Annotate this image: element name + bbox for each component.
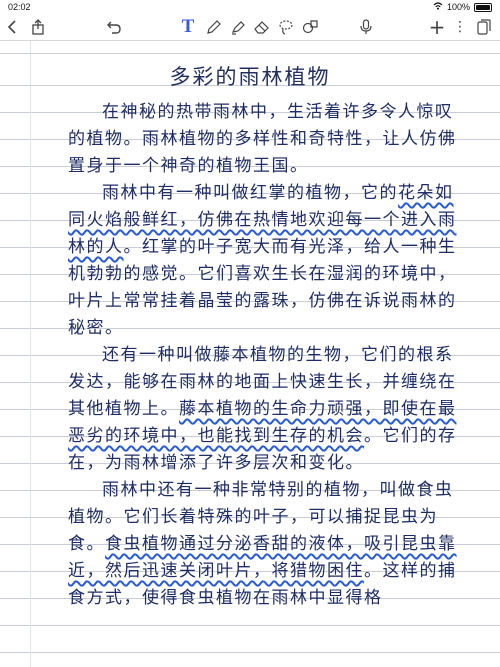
undo-icon[interactable]	[104, 17, 124, 37]
status-time: 02:02	[8, 2, 31, 12]
lasso-icon[interactable]	[276, 17, 296, 37]
paragraph: 雨林中还有一种非常特别的植物，叫做食虫植物。它们长着特殊的叶子，可以捕捉昆虫为食…	[68, 477, 468, 612]
battery-percent: 100%	[446, 2, 470, 12]
status-right: 100%	[433, 2, 492, 12]
wifi-icon	[433, 2, 443, 12]
note-page[interactable]: 多彩的雨林植物 在神秘的热带雨林中，生活着许多令人惊叹的植物。雨林植物的多样性和…	[0, 41, 500, 667]
document-body: 在神秘的热带雨林中，生活着许多令人惊叹的植物。雨林植物的多样性和奇特性，让人仿佛…	[68, 99, 468, 612]
paragraph: 还有一种叫做藤本植物的生物，它们的根系发达，能够在雨林的地面上快速生长，并缠绕在…	[68, 342, 468, 477]
status-bar: 02:02 100%	[0, 0, 500, 14]
document-title: 多彩的雨林植物	[169, 65, 331, 89]
shapes-icon[interactable]	[300, 17, 320, 37]
microphone-icon[interactable]	[356, 17, 376, 37]
paragraph-text: 雨林中有一种叫做红掌的植物，它的	[102, 183, 398, 203]
text-tool-icon[interactable]: T	[178, 16, 198, 37]
pages-icon[interactable]	[474, 17, 494, 37]
add-icon[interactable]: +	[428, 15, 446, 39]
pen-icon[interactable]	[204, 17, 224, 37]
paragraph: 在神秘的热带雨林中，生活着许多令人惊叹的植物。雨林植物的多样性和奇特性，让人仿佛…	[68, 102, 457, 176]
toolbar: T + ⋮	[0, 14, 500, 41]
margin-line	[30, 41, 31, 667]
eraser-icon[interactable]	[252, 17, 272, 37]
back-chevron-icon[interactable]	[4, 17, 20, 37]
more-icon[interactable]: ⋮	[452, 17, 468, 37]
paragraph: 雨林中有一种叫做红掌的植物，它的花朵如同火焰般鲜红，仿佛在热情地欢迎每一个进入雨…	[68, 180, 468, 342]
share-icon[interactable]	[28, 17, 48, 37]
highlighter-icon[interactable]	[228, 17, 248, 37]
battery-icon	[474, 2, 492, 12]
paragraph-text: 。红掌的叶子宽大而有光泽，给人一种生机勃勃的感觉。它们喜欢生长在湿润的环境中，叶…	[68, 237, 457, 338]
